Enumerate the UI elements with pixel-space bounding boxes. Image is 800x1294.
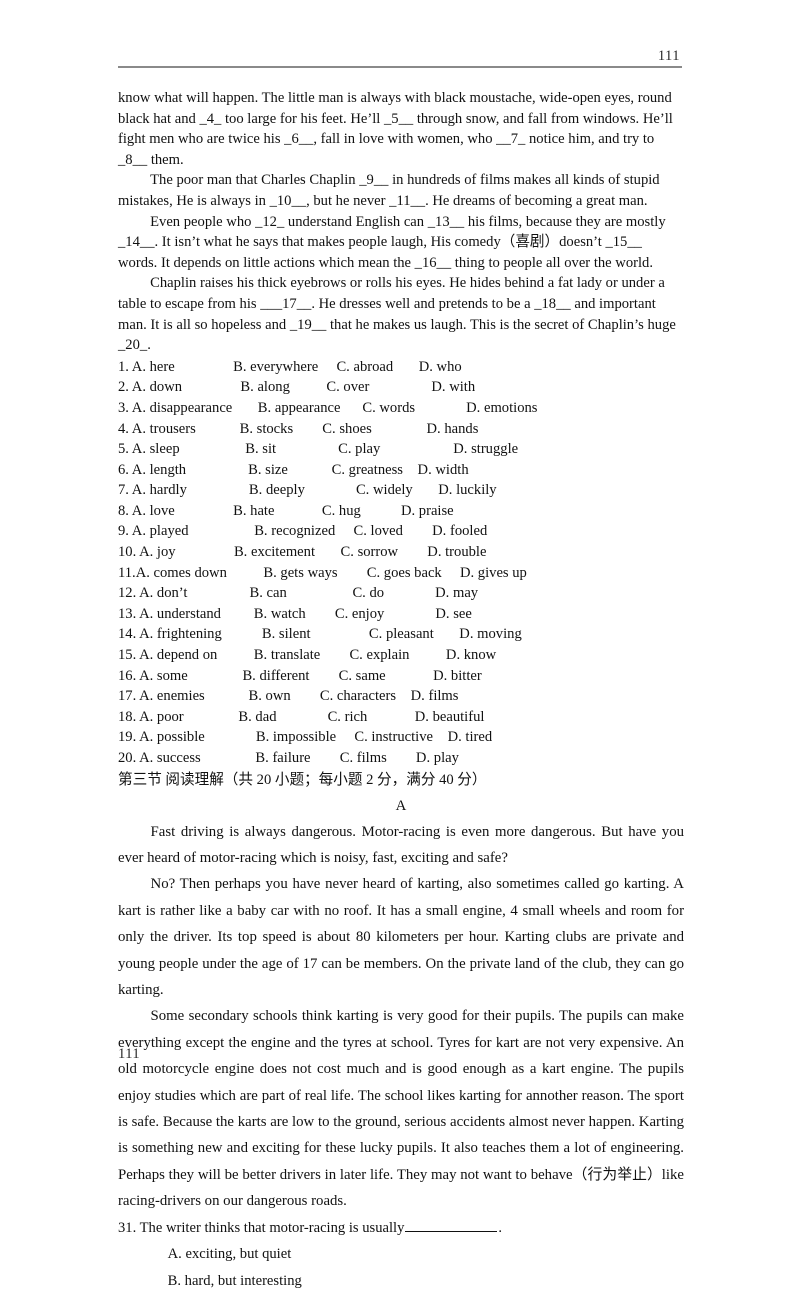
cloze-option-row[interactable]: 16. A. some B. different C. same D. bitt…: [118, 666, 684, 687]
header-divider: [118, 66, 682, 68]
cloze-option-row[interactable]: 1. A. here B. everywhere C. abroad D. wh…: [118, 357, 684, 378]
passage-letter-label: A: [395, 797, 407, 814]
header-page-number: 111: [657, 48, 680, 64]
answer-blank-line[interactable]: [405, 1218, 498, 1232]
cloze-option-row[interactable]: 6. A. length B. size C. greatness D. wid…: [118, 460, 684, 481]
cloze-paragraph: Chaplin raises his thick eyebrows or rol…: [118, 275, 676, 354]
cloze-option-row[interactable]: 15. A. depend on B. translate C. explain…: [118, 645, 684, 666]
cloze-option-row[interactable]: 4. A. trousers B. stocks C. shoes D. han…: [118, 419, 684, 440]
reading-paragraph: Some secondary schools think karting is …: [118, 1008, 684, 1210]
document-body: know what will happen. The little man is…: [118, 88, 684, 1294]
cloze-option-row[interactable]: 18. A. poor B. dad C. rich D. beautiful: [118, 707, 684, 728]
cloze-option-row[interactable]: 2. A. down B. along C. over D. with: [118, 377, 684, 398]
cloze-option-row[interactable]: 11.A. comes down B. gets ways C. goes ba…: [118, 563, 684, 584]
question-31: 31. The writer thinks that motor-racing …: [118, 1215, 684, 1241]
cloze-paragraph: Even people who _12_ understand English …: [118, 213, 666, 271]
footer-page-number: 111: [118, 1046, 141, 1062]
cloze-option-row[interactable]: 9. A. played B. recognized C. loved D. f…: [118, 521, 684, 542]
section-heading-reading-comprehension: 第三节 阅读理解（共 20 小题；每小题 2 分，满分 40 分）: [118, 771, 487, 788]
cloze-option-row[interactable]: 3. A. disappearance B. appearance C. wor…: [118, 398, 684, 419]
cloze-option-row[interactable]: 13. A. understand B. watch C. enjoy D. s…: [118, 604, 684, 625]
cloze-option-row[interactable]: 12. A. don’t B. can C. do D. may: [118, 583, 684, 604]
document-page: 111 know what will happen. The little ma…: [0, 0, 800, 1289]
question-31-period: .: [498, 1219, 503, 1236]
question-31-choice-a[interactable]: A. exciting, but quiet: [118, 1241, 684, 1267]
cloze-option-row[interactable]: 20. A. success B. failure C. films D. pl…: [118, 748, 684, 769]
cloze-option-row[interactable]: 8. A. love B. hate C. hug D. praise: [118, 501, 684, 522]
question-31-stem: 31. The writer thinks that motor-racing …: [118, 1219, 405, 1236]
cloze-option-row[interactable]: 10. A. joy B. excitement C. sorrow D. tr…: [118, 542, 684, 563]
question-31-choice-b[interactable]: B. hard, but interesting: [118, 1268, 684, 1294]
reading-paragraph: No? Then perhaps you have never heard of…: [118, 876, 684, 999]
cloze-options-list: 1. A. here B. everywhere C. abroad D. wh…: [118, 357, 684, 769]
cloze-paragraph: know what will happen. The little man is…: [118, 90, 673, 168]
cloze-option-row[interactable]: 7. A. hardly B. deeply C. widely D. luck…: [118, 480, 684, 501]
cloze-option-row[interactable]: 17. A. enemies B. own C. characters D. f…: [118, 686, 684, 707]
cloze-paragraph: The poor man that Charles Chaplin _9__ i…: [118, 172, 660, 209]
cloze-option-row[interactable]: 14. A. frightening B. silent C. pleasant…: [118, 624, 684, 645]
page-header: 111: [118, 48, 682, 76]
cloze-option-row[interactable]: 5. A. sleep B. sit C. play D. struggle: [118, 439, 684, 460]
cloze-option-row[interactable]: 19. A. possible B. impossible C. instruc…: [118, 727, 684, 748]
reading-paragraph: Fast driving is always dangerous. Motor-…: [118, 823, 684, 866]
